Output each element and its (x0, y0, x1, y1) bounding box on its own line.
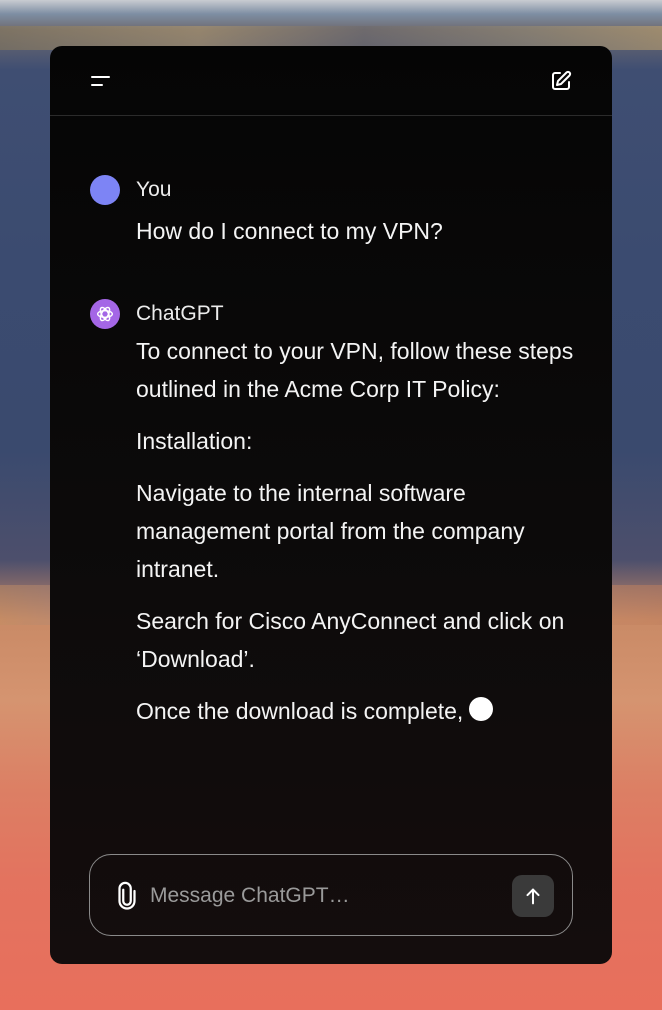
message-paragraph: Installation: (136, 428, 253, 454)
compose-icon[interactable] (549, 69, 573, 93)
message-paragraph: Navigate to the internal software manage… (136, 480, 525, 582)
message-header: ChatGPT (90, 298, 582, 330)
user-message: You How do I connect to my VPN? (90, 174, 582, 250)
top-bar (50, 46, 612, 116)
chatgpt-logo-icon (90, 299, 120, 329)
chat-window: You How do I connect to my VPN? ChatGPT … (50, 46, 612, 964)
message-paragraph: Search for Cisco AnyConnect and click on… (136, 608, 565, 672)
message-paragraph: Once the download is complete, (136, 698, 464, 724)
streaming-cursor (469, 697, 494, 721)
message-paragraph-streaming: Once the download is complete, (136, 692, 582, 730)
message-header: You (90, 174, 582, 206)
message-paragraph: To connect to your VPN, follow these ste… (136, 338, 574, 402)
menu-icon[interactable] (89, 69, 113, 93)
send-button[interactable] (512, 875, 554, 917)
user-avatar (90, 175, 120, 205)
message-text: How do I connect to my VPN? (136, 218, 443, 244)
author-name: You (136, 178, 172, 201)
assistant-message: ChatGPT To connect to your VPN, follow t… (90, 298, 582, 730)
message-input[interactable] (150, 878, 500, 914)
paperclip-icon[interactable] (112, 881, 142, 911)
message-composer (89, 854, 573, 936)
author-name: ChatGPT (136, 302, 224, 325)
arrow-up-icon (526, 888, 540, 905)
message-body: To connect to your VPN, follow these ste… (136, 332, 582, 730)
